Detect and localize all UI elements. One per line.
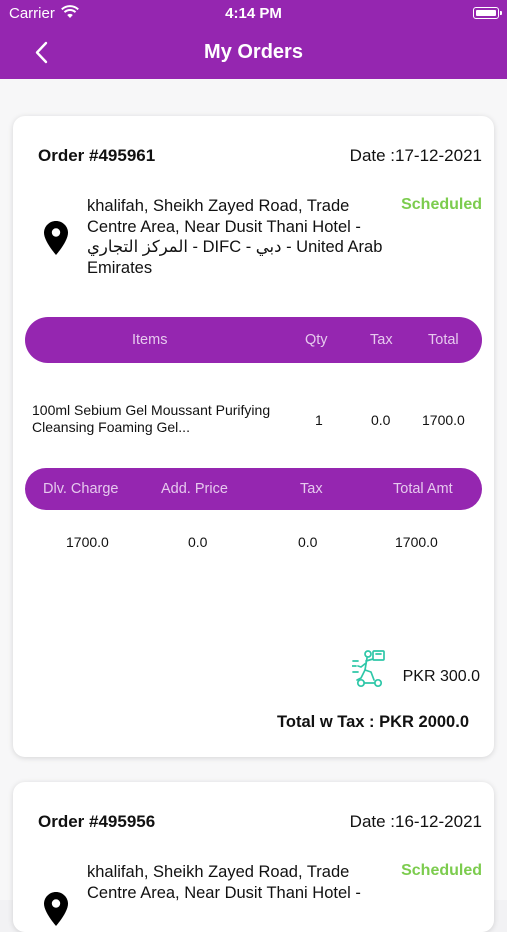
order-status-badge: Scheduled [401,862,482,879]
total-amount-value: 1700.0 [395,534,438,550]
additional-price-header: Add. Price [161,481,228,497]
page-title: My Orders [204,41,303,63]
order-number: Order #495956 [38,812,156,831]
additional-price-value: 0.0 [188,534,208,550]
order-date: Date :16-12-2021 [349,812,482,831]
item-name: 100ml Sebium Gel Moussant Purifying Clea… [32,402,271,435]
delivery-scooter-icon [352,650,385,688]
status-bar: Carrier 4:14 PM [0,0,507,28]
order-status-badge: Scheduled [401,196,482,213]
location-pin-icon [44,892,68,926]
charges-table-header: Dlv. Charge Add. Price Tax Total Amt [25,468,482,510]
delivery-price: PKR 300.0 [402,668,480,685]
item-total: 1700.0 [422,412,465,428]
qty-column-header: Qty [305,332,328,348]
items-table-header: Items Qty Tax Total [25,317,482,363]
order-number: Order #495961 [38,146,156,165]
delivery-charge-value: 1700.0 [66,534,109,550]
charges-tax-header: Tax [300,481,323,497]
item-qty: 1 [315,412,323,428]
order-card[interactable]: Order #495961 Date :17-12-2021 khalifah,… [13,116,494,757]
location-pin-icon [44,221,68,255]
orders-list[interactable]: Order #495961 Date :17-12-2021 khalifah,… [0,79,507,932]
item-tax: 0.0 [371,412,391,428]
charges-tax-value: 0.0 [298,534,318,550]
delivery-address: khalifah, Sheikh Zayed Road, Trade Centr… [87,197,383,277]
order-card[interactable]: Order #495956 Date :16-12-2021 khalifah,… [13,782,494,932]
navigation-bar: My Orders [0,28,507,79]
tax-column-header: Tax [370,332,393,348]
battery-icon [473,7,502,19]
clock: 4:14 PM [225,5,282,22]
delivery-charge-header: Dlv. Charge [43,481,119,497]
total-column-header: Total [428,332,459,348]
order-total-with-tax: Total w Tax : PKR 2000.0 [277,713,469,731]
total-amount-header: Total Amt [393,481,453,497]
delivery-address: khalifah, Sheikh Zayed Road, Trade Centr… [87,863,361,902]
items-column-header: Items [132,332,168,348]
order-date: Date :17-12-2021 [349,146,482,165]
